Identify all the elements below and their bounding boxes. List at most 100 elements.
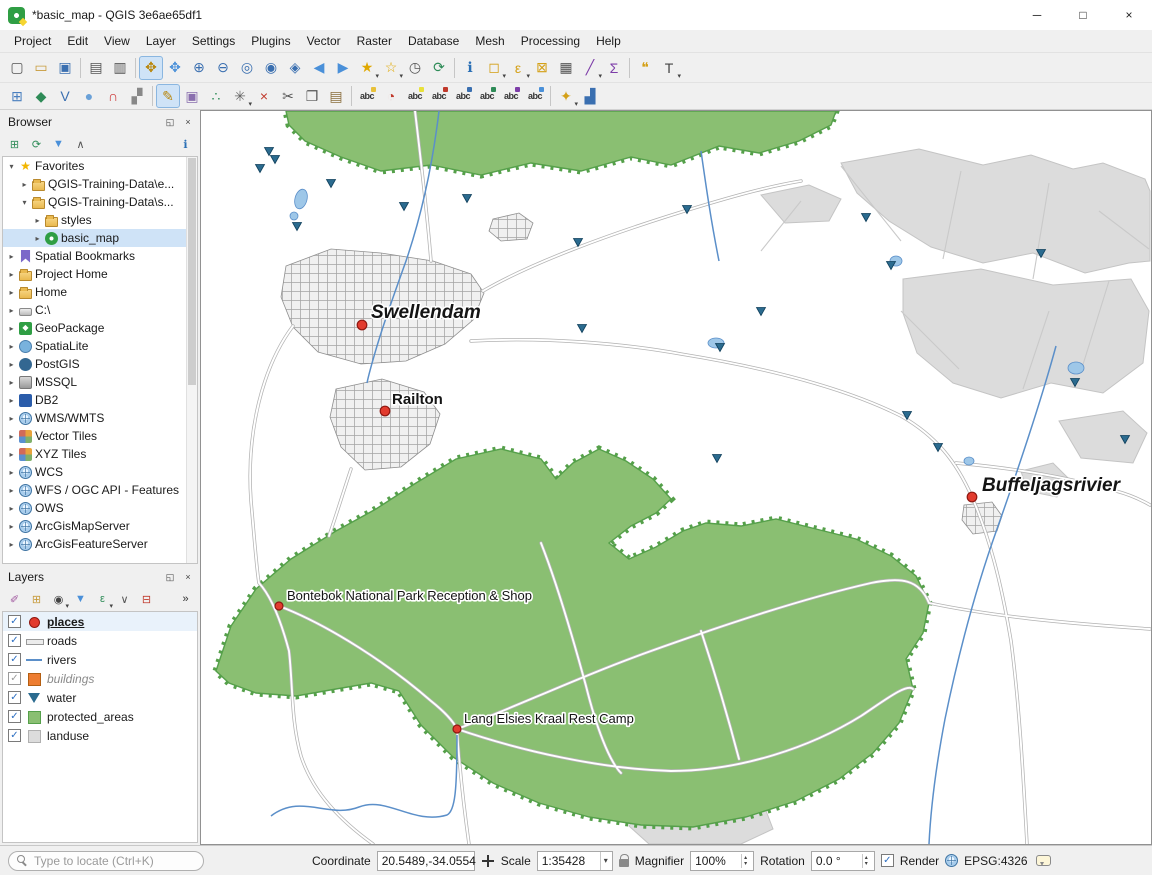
menu-layer[interactable]: Layer <box>138 32 184 50</box>
lock-scale-icon[interactable] <box>619 859 629 867</box>
crs-globe-icon[interactable] <box>945 854 958 867</box>
pan-map-button[interactable]: ✥ <box>139 56 163 80</box>
copy-features-button[interactable]: ❐ <box>300 84 324 108</box>
menu-plugins[interactable]: Plugins <box>243 32 298 50</box>
layer-item-protected-areas[interactable]: ✓protected_areas <box>3 707 197 726</box>
expand-arrow-icon[interactable]: ▸ <box>7 360 16 369</box>
text-annotation-button[interactable]: T▾ <box>657 56 681 80</box>
show-spatial-bookmarks-button[interactable]: ☆▾ <box>379 56 403 80</box>
refresh-map-button[interactable]: ⟳ <box>427 56 451 80</box>
layer-visibility-checkbox[interactable]: ✓ <box>8 653 21 666</box>
expand-arrow-icon[interactable]: ▸ <box>7 450 16 459</box>
zoom-to-selection-button[interactable]: ◉ <box>259 56 283 80</box>
refresh-browser-button[interactable]: ⟳ <box>26 134 47 155</box>
menu-processing[interactable]: Processing <box>513 32 588 50</box>
save-layer-edits-button[interactable]: ▣ <box>180 84 204 108</box>
layer-visibility-checkbox[interactable]: ✓ <box>8 615 21 628</box>
menu-raster[interactable]: Raster <box>349 32 400 50</box>
menu-mesh[interactable]: Mesh <box>467 32 512 50</box>
data-source-manager-button[interactable]: ⊞ <box>5 84 29 108</box>
browser-item-xyz-tiles[interactable]: ▸XYZ Tiles <box>3 445 197 463</box>
magnifier-spinbox[interactable]: 100% ▴▾ <box>690 851 754 871</box>
browser-item-c[interactable]: ▸C:\ <box>3 301 197 319</box>
browser-scrollbar[interactable] <box>186 157 197 563</box>
spin-steppers[interactable]: ▴▾ <box>862 854 870 868</box>
filter-browser-button[interactable]: ▼ <box>48 134 69 155</box>
browser-item-ows[interactable]: ▸OWS <box>3 499 197 517</box>
menu-vector[interactable]: Vector <box>299 32 349 50</box>
layer-visibility-checkbox[interactable]: ✓ <box>8 672 21 685</box>
layer-visibility-checkbox[interactable]: ✓ <box>8 710 21 723</box>
new-geopackage-layer-button[interactable]: ◆ <box>29 84 53 108</box>
browser-item-geopackage[interactable]: ▸GeoPackage <box>3 319 197 337</box>
menu-help[interactable]: Help <box>588 32 629 50</box>
python-console-button[interactable]: ▟ <box>578 84 602 108</box>
layer-item-rivers[interactable]: ✓rivers <box>3 650 197 669</box>
browser-item-wcs[interactable]: ▸WCS <box>3 463 197 481</box>
expand-arrow-icon[interactable]: ▸ <box>7 288 16 297</box>
expand-arrow-icon[interactable]: ▸ <box>7 414 16 423</box>
browser-item-qgis-training-data-s[interactable]: ▾QGIS-Training-Data\s... <box>3 193 197 211</box>
menu-database[interactable]: Database <box>400 32 467 50</box>
layer-visibility-checkbox[interactable]: ✓ <box>8 729 21 742</box>
maximize-button[interactable]: □ <box>1060 0 1106 30</box>
new-print-layout-button[interactable]: ▤ <box>84 56 108 80</box>
browser-item-mssql[interactable]: ▸MSSQL <box>3 373 197 391</box>
browser-item-spatialite[interactable]: ▸SpatiaLite <box>3 337 197 355</box>
expand-arrow-icon[interactable]: ▸ <box>7 324 16 333</box>
scale-combobox[interactable]: 1:35428 ▾ <box>537 851 613 871</box>
menu-edit[interactable]: Edit <box>59 32 96 50</box>
expand-arrow-icon[interactable]: ▸ <box>33 216 42 225</box>
expand-arrow-icon[interactable]: ▸ <box>7 252 16 261</box>
new-project-button[interactable]: ▢ <box>5 56 29 80</box>
browser-item-qgis-training-data-e[interactable]: ▸QGIS-Training-Data\e... <box>3 175 197 193</box>
filter-legend-button[interactable]: ▼ <box>70 589 91 610</box>
expand-arrow-icon[interactable]: ▸ <box>7 468 16 477</box>
save-project-button[interactable]: ▣ <box>53 56 77 80</box>
expand-arrow-icon[interactable]: ▸ <box>7 504 16 513</box>
identify-features-button[interactable]: ℹ <box>458 56 482 80</box>
browser-item-home[interactable]: ▸Home <box>3 283 197 301</box>
browser-item-arcgismapserver[interactable]: ▸ArcGisMapServer <box>3 517 197 535</box>
menu-view[interactable]: View <box>96 32 138 50</box>
expand-arrow-icon[interactable]: ▸ <box>20 180 29 189</box>
collapse-arrow-icon[interactable]: ▾ <box>7 162 16 171</box>
open-project-button[interactable]: ▭ <box>29 56 53 80</box>
pan-to-selection-button[interactable]: ✥ <box>163 56 187 80</box>
layer-labeling-button[interactable]: abc <box>355 84 379 108</box>
layer-item-buildings[interactable]: ✓buildings <box>3 669 197 688</box>
pin-unpin-labels-button[interactable]: abc <box>427 84 451 108</box>
toggle-editing-button[interactable]: ✎ <box>156 84 180 108</box>
expand-arrow-icon[interactable]: ▸ <box>7 396 16 405</box>
browser-item-db2[interactable]: ▸DB2 <box>3 391 197 409</box>
locate-input[interactable]: Type to locate (Ctrl+K) <box>8 851 204 871</box>
layer-diagram-button[interactable]: ◔ <box>379 84 403 108</box>
coordinate-input[interactable]: 20.5489,-34.0554 <box>377 851 475 871</box>
toolbar-overflow-button[interactable]: » <box>175 589 196 610</box>
remove-layer-button[interactable]: ⊟ <box>136 589 157 610</box>
select-by-expression-button[interactable]: ε▾ <box>506 56 530 80</box>
float-panel-button[interactable]: ◱ <box>162 569 178 585</box>
browser-item-project-home[interactable]: ▸Project Home <box>3 265 197 283</box>
browser-item-favorites[interactable]: ▾★Favorites <box>3 157 197 175</box>
open-attribute-table-button[interactable]: ▦ <box>554 56 578 80</box>
layer-visibility-checkbox[interactable]: ✓ <box>8 634 21 647</box>
browser-item-wms-wmts[interactable]: ▸WMS/WMTS <box>3 409 197 427</box>
expand-arrow-icon[interactable]: ▸ <box>7 270 16 279</box>
change-label-button[interactable]: abc <box>523 84 547 108</box>
layer-item-roads[interactable]: ✓roads <box>3 631 197 650</box>
combo-arrow-icon[interactable]: ▾ <box>600 852 608 870</box>
vertex-tool-button[interactable]: ✳▾ <box>228 84 252 108</box>
layer-item-landuse[interactable]: ✓landuse <box>3 726 197 745</box>
layer-item-places[interactable]: ✓places <box>3 612 197 631</box>
expand-arrow-icon[interactable]: ▸ <box>7 378 16 387</box>
expand-arrow-icon[interactable]: ▸ <box>7 540 16 549</box>
spin-steppers[interactable]: ▴▾ <box>741 854 749 868</box>
map-canvas[interactable]: SwellendamRailtonBuffeljagsrivierBontebo… <box>200 110 1152 845</box>
browser-item-basic-map[interactable]: ▸basic_map <box>3 229 197 247</box>
zoom-full-button[interactable]: ◎ <box>235 56 259 80</box>
zoom-out-button[interactable]: ⊖ <box>211 56 235 80</box>
browser-item-wfs-ogc-api-features[interactable]: ▸WFS / OGC API - Features <box>3 481 197 499</box>
delete-selected-button[interactable]: × <box>252 84 276 108</box>
show-hide-labels-button[interactable]: abc <box>451 84 475 108</box>
